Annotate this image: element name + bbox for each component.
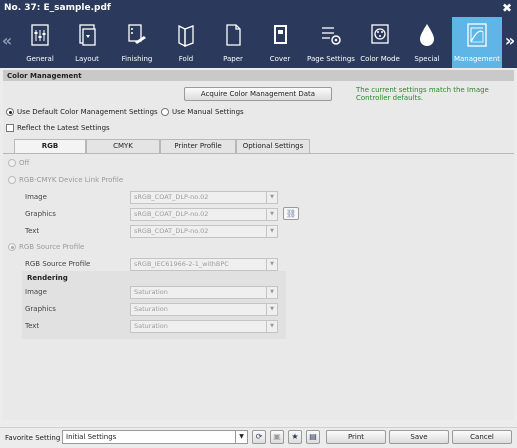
print-button[interactable]: Print	[326, 430, 386, 444]
tool-paper[interactable]: Paper	[211, 17, 255, 68]
favorite-setting-label: Favorite Setting	[5, 434, 61, 442]
select-value: Saturation	[134, 305, 168, 313]
paper-icon	[226, 24, 241, 46]
rendering-image-label: Image	[25, 288, 47, 296]
tool-label: Management	[453, 55, 501, 63]
tool-label: Special	[414, 55, 440, 63]
source-profile-label: RGB Source Profile	[25, 260, 91, 268]
tool-label: General	[26, 55, 54, 63]
tab-rgb[interactable]: RGB	[14, 139, 86, 153]
tool-color-mode[interactable]: Color Mode	[358, 17, 402, 68]
finishing-icon	[128, 24, 146, 44]
management-icon	[467, 23, 487, 47]
general-icon	[31, 24, 49, 46]
chevron-down-icon: ▼	[235, 431, 247, 443]
select-value: sRGB_IEC61966-2-1_withBPC	[134, 260, 229, 268]
source-profile-radio[interactable]	[8, 243, 16, 251]
tab-optional-settings[interactable]: Optional Settings	[236, 139, 310, 153]
favorite-manage-icon[interactable]: ▤	[306, 430, 320, 444]
select-value: Saturation	[134, 288, 168, 296]
color-mode-icon	[371, 24, 389, 44]
fold-icon	[178, 24, 194, 48]
scroll-right-icon[interactable]: »	[503, 31, 517, 50]
tab-printer-profile[interactable]: Printer Profile	[160, 139, 236, 153]
page-settings-icon	[322, 27, 341, 45]
tool-page-settings[interactable]: Page Settings	[305, 17, 357, 68]
save-favorite-icon[interactable]: ▣	[270, 430, 284, 444]
devlink-image-label: Image	[25, 193, 47, 201]
favorite-setting-select[interactable]: Initial Settings ▼	[62, 430, 248, 444]
tool-special[interactable]: Special	[405, 17, 449, 68]
tab-cmyk[interactable]: CMYK	[86, 139, 160, 153]
rendering-image-select[interactable]: Saturation ▼	[130, 286, 278, 299]
source-profile-radio-label: RGB Source Profile	[19, 243, 85, 251]
devlink-graphics-select[interactable]: sRGB_COAT_DLP-no.02 ▼	[130, 208, 278, 221]
reflect-latest-label: Reflect the Latest Settings	[17, 124, 110, 132]
tool-label: Fold	[178, 55, 194, 63]
off-label: Off	[19, 159, 30, 167]
rendering-graphics-select[interactable]: Saturation ▼	[130, 303, 278, 316]
chevron-down-icon: ▼	[266, 192, 277, 203]
tool-label: Paper	[223, 55, 243, 63]
tool-label: Page Settings	[307, 55, 355, 63]
acquire-color-data-button[interactable]: Acquire Color Management Data	[184, 87, 332, 101]
rendering-text-label: Text	[25, 322, 40, 330]
tool-label: Cover	[269, 55, 291, 63]
title-bar: No. 37: E_sample.pdf ✖	[0, 0, 517, 17]
select-value: sRGB_COAT_DLP-no.02	[134, 210, 209, 218]
select-value: Saturation	[134, 322, 168, 330]
source-profile-select[interactable]: sRGB_IEC61966-2-1_withBPC ▼	[130, 258, 278, 271]
status-note: The current settings match the Image Con…	[356, 86, 489, 102]
manual-settings-label: Use Manual Settings	[172, 108, 244, 116]
section-title: Color Management	[3, 70, 514, 81]
select-value: sRGB_COAT_DLP-no.02	[134, 193, 209, 201]
cancel-button[interactable]: Cancel	[452, 430, 512, 444]
cover-icon	[274, 25, 287, 44]
special-icon	[420, 24, 434, 46]
rendering-heading: Rendering	[27, 274, 68, 282]
rendering-text-select[interactable]: Saturation ▼	[130, 320, 278, 333]
chevron-down-icon: ▼	[266, 259, 277, 270]
devlink-graphics-label: Graphics	[25, 210, 56, 218]
chevron-down-icon: ▼	[266, 304, 277, 315]
device-link-label: RGB-CMYK Device Link Profile	[19, 176, 124, 184]
devlink-text-label: Text	[25, 227, 40, 235]
chevron-down-icon: ▼	[266, 226, 277, 237]
scroll-left-icon[interactable]: «	[0, 31, 14, 50]
tool-label: Layout	[75, 55, 99, 63]
default-settings-radio[interactable]	[6, 108, 14, 116]
devlink-text-select[interactable]: sRGB_COAT_DLP-no.02 ▼	[130, 225, 278, 238]
layout-icon	[79, 24, 96, 46]
reflect-latest-checkbox[interactable]	[6, 124, 14, 132]
tool-layout[interactable]: Layout	[65, 17, 109, 68]
chevron-down-icon: ▼	[266, 287, 277, 298]
tab-divider	[3, 153, 514, 154]
tool-finishing[interactable]: Finishing	[112, 17, 162, 68]
refresh-icon[interactable]: ⟳	[252, 430, 266, 444]
device-link-radio[interactable]	[8, 176, 16, 184]
window-title: No. 37: E_sample.pdf	[4, 3, 111, 13]
save-button[interactable]: Save	[389, 430, 449, 444]
chevron-down-icon: ▼	[266, 209, 277, 220]
category-toolbar: « General Layout Finishing Fold Paper Co…	[0, 17, 517, 68]
devlink-image-select[interactable]: sRGB_COAT_DLP-no.02 ▼	[130, 191, 278, 204]
manual-settings-radio[interactable]	[161, 108, 169, 116]
default-settings-label: Use Default Color Management Settings	[17, 108, 158, 116]
rendering-graphics-label: Graphics	[25, 305, 56, 313]
link-icon[interactable]: ⛓	[283, 207, 299, 220]
select-value: sRGB_COAT_DLP-no.02	[134, 227, 209, 235]
chevron-down-icon: ▼	[266, 321, 277, 332]
tool-general[interactable]: General	[18, 17, 62, 68]
tool-label: Finishing	[121, 55, 153, 63]
close-icon[interactable]: ✖	[502, 1, 512, 15]
tool-cover[interactable]: Cover	[258, 17, 302, 68]
off-radio[interactable]	[8, 159, 16, 167]
tool-management[interactable]: Management	[452, 17, 502, 68]
tool-label: Color Mode	[360, 55, 400, 63]
favorite-star-icon[interactable]: ★	[288, 430, 302, 444]
select-value: Initial Settings	[66, 433, 117, 441]
tool-fold[interactable]: Fold	[164, 17, 208, 68]
